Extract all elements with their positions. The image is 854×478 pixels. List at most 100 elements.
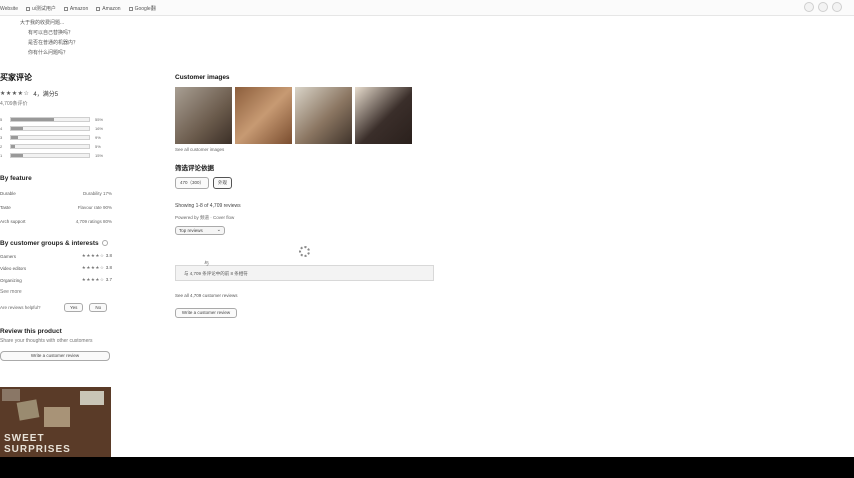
result-text: 与 4,709 条评论中的前 8 条相符	[184, 271, 248, 276]
feature-row[interactable]: Arch support 4,709 ratings 80%	[0, 214, 112, 228]
sort-value: Top reviews	[179, 228, 203, 233]
promo-decoration	[16, 399, 40, 421]
reviews-main: Customer images See all customer images …	[175, 74, 435, 235]
faq-item[interactable]: 是否在普通的机器内？	[28, 38, 78, 48]
page-icon	[63, 6, 68, 11]
histogram-star-label: 2	[0, 143, 3, 149]
customer-image[interactable]	[235, 87, 292, 144]
histogram-row[interactable]: 2 5%	[0, 142, 112, 150]
histogram-star-label: 5	[0, 116, 3, 122]
group-row[interactable]: Video editors ★★★★☆ 3.8	[0, 262, 112, 274]
histogram-bar-fill	[11, 153, 23, 157]
customer-images-row	[175, 87, 435, 144]
filter-title: 筛选评论依据	[175, 165, 214, 172]
result-tab-marker: 与	[204, 261, 210, 267]
info-icon[interactable]	[101, 240, 108, 247]
bookmark-label: Website	[0, 5, 18, 12]
group-value: 3.8	[105, 253, 112, 258]
bookmark-label: Amazon	[69, 5, 89, 12]
faq-item[interactable]: 大于我的收费问题...	[20, 18, 78, 28]
rating-text: 4，满分5	[33, 92, 59, 98]
promo-decoration	[44, 407, 70, 427]
feature-value: 4,709 ratings 80%	[75, 218, 112, 224]
histogram-row[interactable]: 4 16%	[0, 124, 112, 132]
customer-image[interactable]	[295, 87, 352, 144]
sort-dropdown[interactable]: Top reviews ⌄	[175, 226, 225, 235]
histogram-bar	[10, 134, 90, 140]
bookmark-link[interactable]: Google翻	[128, 5, 156, 12]
feature-name: Taste	[0, 204, 11, 210]
see-all-images-link[interactable]: See all customer images	[175, 147, 435, 152]
feature-value: Flavour rate 90%	[77, 204, 112, 210]
review-subtitle: Share your thoughts with other customers	[0, 338, 93, 344]
histogram-row[interactable]: 3 9%	[0, 133, 112, 141]
customer-image[interactable]	[355, 87, 412, 144]
loading-spinner-icon	[299, 246, 310, 257]
histogram-star-label: 1	[0, 152, 3, 158]
write-review-button-main[interactable]: Write a customer review	[175, 308, 237, 318]
page-icon	[128, 6, 133, 11]
bookmark-link[interactable]: Amazon	[63, 5, 89, 12]
star-rating-icon: ★★★★☆	[81, 277, 105, 282]
bottom-bar	[0, 457, 854, 478]
histogram-bar-fill	[11, 144, 15, 148]
histogram-bar	[10, 116, 90, 122]
histogram-bar-fill	[11, 117, 54, 121]
histogram-bar	[10, 125, 90, 131]
feature-title: By feature	[0, 175, 32, 182]
page-icon	[96, 6, 101, 11]
powered-by: Powered by 频道 · Cover flow	[175, 215, 235, 220]
see-more-link[interactable]: See more	[0, 289, 112, 295]
group-name: Organizing	[0, 277, 22, 283]
promo-decoration	[2, 389, 20, 401]
groups-title-text: By customer groups & interests	[0, 240, 99, 247]
histogram-row[interactable]: 5 55%	[0, 115, 112, 123]
yes-button[interactable]: Yes	[64, 303, 84, 312]
feature-name: Durable	[0, 190, 16, 196]
extension-icon[interactable]	[804, 2, 814, 12]
customer-images-title: Customer images	[175, 74, 230, 81]
folder-icon	[25, 6, 30, 11]
chevron-down-icon: ⌄	[216, 227, 221, 233]
filter-chips: 470（300） 外观	[175, 177, 435, 189]
profile-icon[interactable]	[832, 2, 842, 12]
helpful-prompt: Are reviews helpful? Yes No	[0, 303, 112, 312]
filter-chip[interactable]: 470（300）	[175, 177, 210, 189]
bookmark-label: Amazon	[102, 5, 121, 12]
histogram-percent: 16%	[95, 125, 104, 131]
extension-icon[interactable]	[818, 2, 828, 12]
group-value: 3.7	[105, 277, 112, 282]
feature-row[interactable]: Durable Durability 17%	[0, 186, 112, 200]
histogram-star-label: 4	[0, 125, 3, 131]
bookmarks-bar: Website ui测试用户 Amazon Amazon Google翻	[0, 5, 156, 13]
no-button[interactable]: No	[89, 303, 108, 312]
faq-item[interactable]: 有可以自己替换吗？	[28, 28, 78, 38]
histogram-bar-fill	[11, 135, 19, 139]
histogram-percent: 55%	[95, 116, 104, 122]
bookmark-link[interactable]: Website	[0, 5, 18, 12]
groups-list: Gamers ★★★★☆ 3.8 Video editors ★★★★☆ 3.8 O…	[0, 250, 112, 286]
rating-summary: ★★★★☆ 4，满分5	[0, 89, 112, 98]
see-all-reviews-link[interactable]: See all 4,709 customer reviews	[175, 293, 238, 298]
group-row[interactable]: Gamers ★★★★☆ 3.8	[0, 250, 112, 262]
group-row[interactable]: Organizing ★★★★☆ 3.7	[0, 274, 112, 286]
group-name: Video editors	[0, 265, 27, 271]
write-review-button[interactable]: Write a customer review	[0, 351, 110, 361]
promo-banner[interactable]: SWEET SURPRISES	[0, 387, 111, 457]
faq-item[interactable]: 你有什么问题吗？	[28, 48, 78, 58]
helpful-label: Are reviews helpful?	[0, 305, 41, 310]
reviews-filter-result: 与 与 4,709 条评论中的前 8 条相符	[175, 261, 434, 281]
histogram-row[interactable]: 1 15%	[0, 151, 112, 159]
feature-row[interactable]: Taste Flavour rate 90%	[0, 200, 112, 214]
window-controls	[804, 2, 842, 12]
star-rating-icon[interactable]: ★★★★☆	[0, 90, 29, 97]
feature-name: Arch support	[0, 218, 26, 224]
group-name: Gamers	[0, 253, 17, 259]
filter-chip-active[interactable]: 外观	[213, 177, 233, 189]
histogram-percent: 15%	[95, 152, 104, 158]
bookmark-link[interactable]: ui测试用户	[25, 5, 56, 12]
bookmark-label: Google翻	[134, 6, 156, 12]
ratings-sidebar: 买家评论 ★★★★☆ 4，满分5 4,709条评价 5 55% 4 16% 3 9% 2 5%…	[0, 72, 112, 361]
bookmark-link[interactable]: Amazon	[96, 5, 121, 12]
customer-image[interactable]	[175, 87, 232, 144]
